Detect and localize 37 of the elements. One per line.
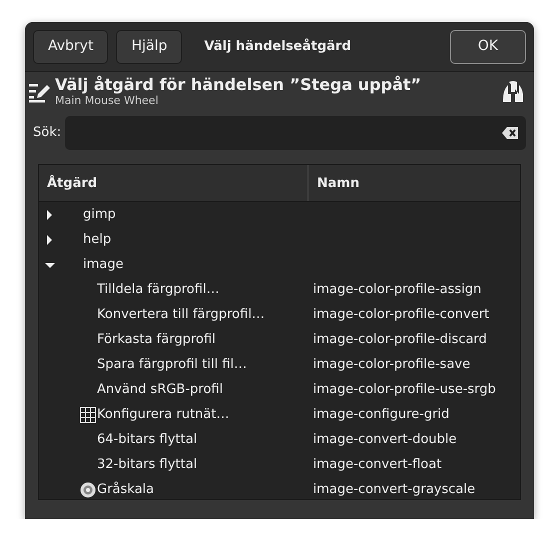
tree-item[interactable]: gimp — [83, 202, 116, 227]
action-name: image-color-profile-save — [313, 356, 470, 374]
action-name: image-convert-float — [313, 456, 442, 474]
grid-icon — [80, 406, 96, 422]
expander-icon[interactable] — [45, 210, 55, 220]
action-name: image-convert-grayscale — [313, 481, 476, 499]
action-label[interactable]: Spara färgprofil till fil… — [97, 352, 247, 377]
expander-icon[interactable] — [45, 234, 55, 244]
dialog-heading: Välj åtgärd för händelsen ”Stega uppåt” — [55, 76, 422, 94]
column-header[interactable]: Namn — [309, 165, 520, 201]
action-label[interactable]: Konvertera till färgprofil… — [97, 302, 265, 327]
edit-icon — [29, 81, 51, 103]
ok-button[interactable]: OK — [450, 30, 526, 64]
action-label[interactable]: 32-bitars flyttal — [97, 452, 198, 477]
action-label[interactable]: Konfigurera rutnät… — [97, 402, 230, 427]
dialog-title: Välj händelseåtgärd — [204, 38, 352, 56]
tree-item[interactable]: image — [83, 252, 124, 277]
header-button[interactable]: Hjälp — [116, 30, 182, 64]
action-label[interactable]: Gråskala — [97, 477, 154, 502]
clear-icon[interactable] — [502, 127, 518, 139]
action-name: image-color-profile-convert — [313, 306, 490, 324]
action-label[interactable]: 64-bitars flyttal — [97, 427, 198, 452]
search-field[interactable] — [65, 116, 526, 150]
search-label: Sök: — [33, 124, 62, 142]
action-name: image-color-profile-assign — [313, 281, 482, 299]
action-name: image-configure-grid — [313, 406, 450, 424]
grayscale-icon — [80, 482, 96, 498]
dialog-subtitle: Main Mouse Wheel — [55, 94, 160, 108]
action-label[interactable]: Tilldela färgprofil… — [97, 277, 220, 302]
header-button[interactable]: Avbryt — [33, 30, 108, 64]
action-name: image-color-profile-use-srgb — [313, 381, 496, 399]
tree-item[interactable]: help — [83, 227, 112, 252]
action-label[interactable]: Använd sRGB-profil — [97, 377, 223, 402]
action-name: image-color-profile-discard — [313, 331, 487, 349]
action-label[interactable]: Förkasta färgprofil — [97, 327, 216, 352]
column-header[interactable]: Åtgärd — [39, 165, 309, 201]
action-name: image-convert-double — [313, 431, 457, 449]
